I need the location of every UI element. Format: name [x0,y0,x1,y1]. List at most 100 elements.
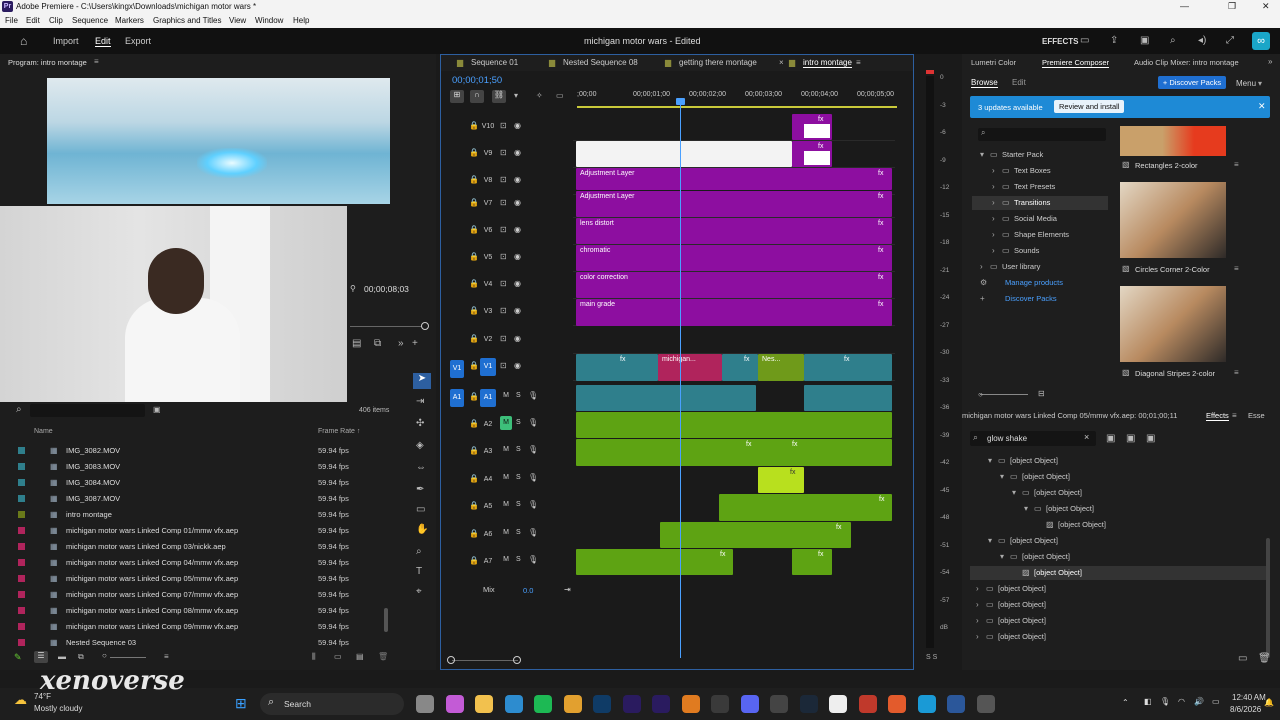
label-color-swatch[interactable] [18,479,25,486]
project-item-name[interactable]: michigan motor wars Linked Comp 09/mmw v… [66,622,238,631]
track-name[interactable]: A7 [480,553,496,571]
xbox-icon[interactable] [711,695,729,713]
lock-icon[interactable]: 🔒 [469,148,479,157]
label-color-swatch[interactable] [18,447,25,454]
insert-icon[interactable]: ⊞ [450,90,464,103]
selection-tool-icon[interactable]: ➤ [413,373,431,389]
source-patch-a1[interactable]: A1 [450,389,464,407]
track-name[interactable]: A2 [480,416,496,434]
home-icon[interactable]: ⌂ [20,34,27,48]
clip-a2[interactable] [576,412,892,438]
menu-markers[interactable]: Markers [115,16,144,25]
sync-icon[interactable]: ⊡ [500,252,507,261]
chevron-icon[interactable]: ▾ [1024,504,1028,513]
effect-tree-item[interactable]: [object Object] [1034,488,1082,497]
trash-icon[interactable]: 🗑 [378,652,388,661]
meter-footer[interactable]: S S [926,654,937,661]
menu-clip[interactable]: Clip [49,16,63,25]
photos-icon[interactable] [917,695,936,713]
thumb-circles[interactable] [1120,182,1226,258]
track-select-icon[interactable]: ⇥ [416,396,424,407]
file-explorer-icon[interactable] [416,695,434,713]
chatgpt-icon[interactable] [770,695,788,713]
eye-icon[interactable]: ◉ [514,121,521,130]
track-name[interactable]: A3 [480,443,496,461]
project-item-name[interactable]: michigan motor wars Linked Comp 08/mmw v… [66,606,238,615]
playhead-handle[interactable] [676,98,685,105]
chevron-icon[interactable]: ▾ [988,456,992,465]
clip-v1-michigan[interactable]: michigan... [658,354,722,381]
app-icon[interactable] [681,695,700,713]
lock-icon[interactable]: 🔒 [469,501,479,510]
label-color-swatch[interactable] [18,463,25,470]
tree-item[interactable]: Sounds [1014,246,1039,255]
lock-icon[interactable]: 🔒 [469,198,479,207]
timeline-timecode[interactable]: 00;00;01;50 [452,75,502,86]
lock-icon[interactable]: 🔒 [469,175,479,184]
scrub-bar[interactable] [350,326,428,327]
lock-icon[interactable]: 🔒 [469,446,479,455]
clip-a1-2[interactable] [804,385,892,411]
media-player-icon[interactable] [976,695,995,713]
tree-item[interactable]: Text Boxes [1014,166,1051,175]
zoom-slider[interactable] [110,657,146,658]
copilot-icon[interactable] [445,695,464,713]
new-bin-icon[interactable]: ▭ [1238,653,1247,664]
chevron-icon[interactable]: › [992,214,995,223]
lock-icon[interactable]: 🔒 [469,252,479,261]
clip-a1-1[interactable] [576,385,756,411]
accelerated-icon[interactable]: ▣ [1106,433,1115,444]
chevron-icon[interactable]: › [992,166,995,175]
lock-icon[interactable]: 🔒 [469,306,479,315]
eye-icon[interactable]: ◉ [514,279,521,288]
close-tab-icon[interactable]: × [779,58,784,67]
zoom-handle-left[interactable] [447,656,455,664]
eye-icon[interactable]: ◉ [514,361,521,370]
folder-icon[interactable] [475,695,493,713]
windows-start-icon[interactable]: ⊞ [235,695,247,712]
subtab-edit[interactable]: Edit [1012,78,1026,87]
hand-tool-icon[interactable]: ✋ [416,524,428,535]
playhead-icon[interactable]: ⚲ [350,284,356,293]
label-color-swatch[interactable] [18,527,25,534]
clip-a6[interactable]: fx [660,522,851,548]
clip-v1-5[interactable]: fx [804,354,892,381]
clip-v6-lens-distort[interactable]: lens distort fx [576,218,892,244]
track-name[interactable]: V4 [480,276,496,294]
solo-button[interactable]: S [516,446,521,453]
yuv-icon[interactable]: ▣ [1146,433,1155,444]
mute-button[interactable]: M [500,498,512,512]
tab-intro-montage[interactable]: intro montage [803,58,852,68]
mic-icon[interactable]: 🎙 [528,500,538,509]
effect-tree-item[interactable]: [object Object] [998,600,1046,609]
project-item-name[interactable]: IMG_3082.MOV [66,446,120,455]
weather-icon[interactable]: ☁ [14,692,27,708]
effect-tree-item[interactable]: [object Object] [1022,552,1070,561]
trash-icon[interactable]: 🗑 [1258,653,1271,664]
review-install-button[interactable]: Review and install [1054,100,1125,113]
tree-item[interactable]: Discover Packs [1005,294,1057,303]
clip-v8-adjustment-layer[interactable]: Adjustment Layer fx [576,168,892,190]
pen-tool-icon[interactable]: ✒ [416,484,424,495]
track-name[interactable]: V5 [480,249,496,267]
tray-app-icon[interactable]: ◧ [1144,697,1152,706]
tree-item[interactable]: Social Media [1014,214,1057,223]
type-tool-icon[interactable]: T [416,566,422,577]
chevron-icon[interactable]: › [992,198,995,207]
chevron-icon[interactable]: › [992,230,995,239]
eye-icon[interactable]: ◉ [514,148,521,157]
tab-export[interactable]: Export [125,36,151,46]
snap-icon[interactable]: ∩ [470,90,484,103]
eye-icon[interactable]: ◉ [514,198,521,207]
automate-icon[interactable]: ⫼ [312,652,316,662]
sync-icon[interactable]: ⊡ [500,306,507,315]
project-search-input[interactable] [30,404,145,417]
lock-icon[interactable]: 🔒 [469,361,479,370]
razor-icon[interactable]: ◈ [416,440,424,451]
effect-tree-item[interactable]: [object Object] [1034,568,1082,577]
solo-button[interactable]: S [516,419,521,426]
effect-tree-item[interactable]: [object Object] [1058,520,1106,529]
clip-v1-nested[interactable]: Nes... [758,354,804,381]
effect-tree-item[interactable]: [object Object] [998,632,1046,641]
label-color-swatch[interactable] [18,639,25,646]
